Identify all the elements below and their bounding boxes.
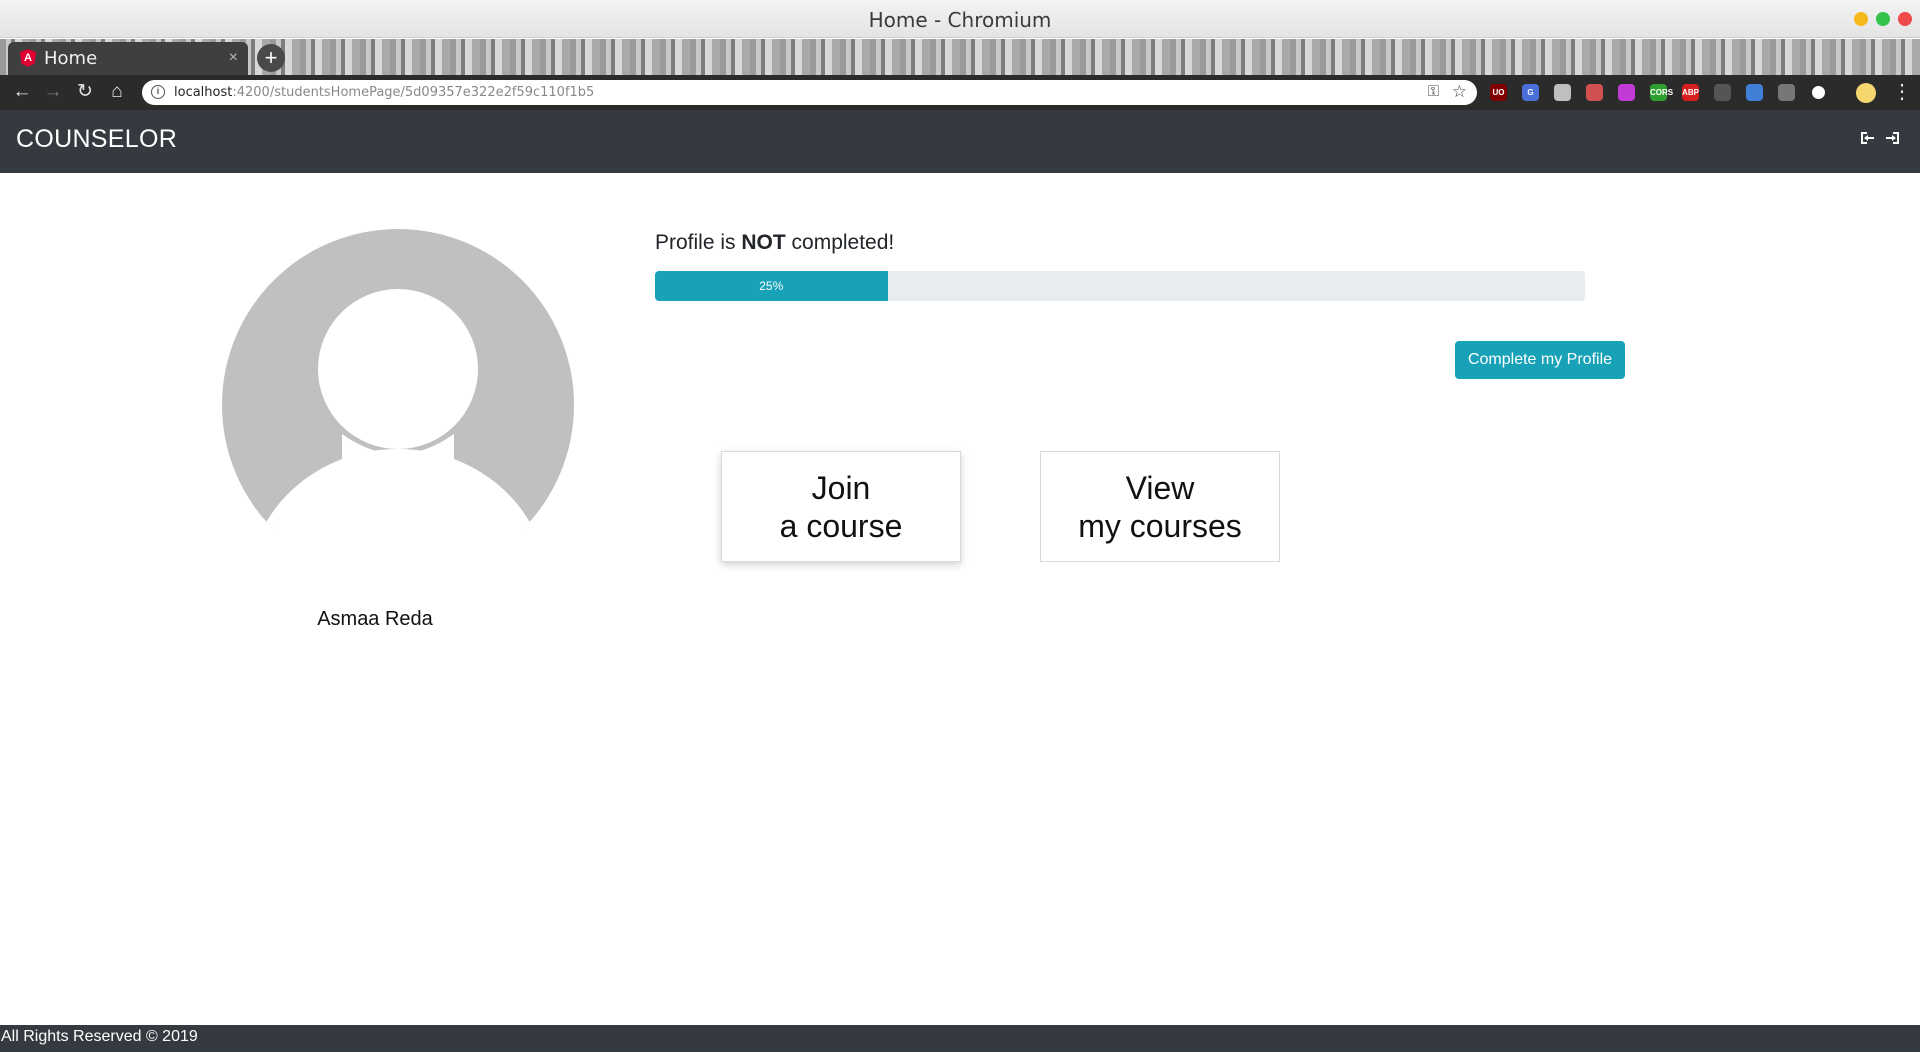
profile-status-text: Profile is NOT completed! xyxy=(655,231,894,255)
url-text[interactable]: localhost:4200/studentsHomePage/5d09357e… xyxy=(174,85,594,100)
profile-avatar-icon[interactable] xyxy=(1856,83,1876,103)
join-line-2: a course xyxy=(779,507,903,544)
default-user-icon xyxy=(222,229,574,581)
window-titlebar: Home - Chromium xyxy=(0,0,1920,38)
extension-adblock-icon[interactable]: ABP xyxy=(1682,84,1699,101)
minimize-button[interactable] xyxy=(1854,12,1868,26)
profile-progress-bar: 25% xyxy=(655,271,1585,301)
angular-favicon-icon: A xyxy=(20,49,36,67)
copyright-text: All Rights Reserved © 2019 xyxy=(1,1028,198,1045)
join-course-card[interactable]: Join a course xyxy=(721,451,961,562)
close-window-button[interactable] xyxy=(1898,12,1912,26)
home-icon[interactable]: ⌂ xyxy=(104,79,130,105)
brand-logo[interactable]: COUNSELOR xyxy=(16,125,177,154)
page-footer: All Rights Reserved © 2019 xyxy=(0,1025,1920,1052)
key-icon[interactable]: ⚿ xyxy=(1428,83,1439,100)
tab-home[interactable]: A Home × xyxy=(8,42,248,75)
maximize-button[interactable] xyxy=(1876,12,1890,26)
tab-close-icon[interactable]: × xyxy=(229,49,238,67)
status-prefix: Profile is xyxy=(655,231,742,254)
join-course-label: Join a course xyxy=(780,469,903,545)
extension-octo-icon[interactable] xyxy=(1618,84,1635,101)
back-arrow-icon[interactable]: ← xyxy=(9,79,35,105)
app-navbar: COUNSELOR xyxy=(0,110,1920,173)
browser-menu-icon[interactable]: ⋮ xyxy=(1892,81,1912,103)
view-line-1: View xyxy=(1125,469,1195,506)
status-suffix: completed! xyxy=(785,231,895,254)
reload-icon[interactable]: ↻ xyxy=(72,79,98,105)
new-tab-button[interactable]: + xyxy=(257,44,285,72)
url-host: localhost xyxy=(174,85,233,100)
sign-out-icon[interactable] xyxy=(1858,129,1878,151)
sign-in-icon[interactable] xyxy=(1882,129,1902,151)
view-line-2: my courses xyxy=(1078,507,1242,544)
student-name: Asmaa Reda xyxy=(317,608,433,630)
extension-docs-icon[interactable] xyxy=(1554,84,1571,101)
forward-arrow-icon[interactable]: → xyxy=(40,79,66,105)
window-controls xyxy=(1854,12,1912,26)
extension-cors-icon[interactable]: CORS xyxy=(1650,84,1673,101)
browser-toolbar: ← → ↻ ⌂ i localhost:4200/studentsHomePag… xyxy=(0,75,1920,110)
extension-pen-icon[interactable] xyxy=(1586,84,1603,101)
bookmark-star-icon[interactable]: ☆ xyxy=(1452,82,1467,102)
avatar xyxy=(222,229,574,581)
complete-profile-button[interactable]: Complete my Profile xyxy=(1455,341,1625,379)
site-info-icon[interactable]: i xyxy=(151,85,165,99)
tab-title: Home xyxy=(44,48,98,69)
window-title: Home - Chromium xyxy=(868,8,1052,32)
extension-vpn-icon[interactable] xyxy=(1746,84,1763,101)
view-courses-label: View my courses xyxy=(1078,469,1242,545)
extension-translate-icon[interactable]: G xyxy=(1522,84,1539,101)
url-path: :4200/studentsHomePage/5d09357e322e2f59c… xyxy=(232,85,595,100)
extension-chrome-icon[interactable] xyxy=(1810,84,1827,101)
status-emphasis: NOT xyxy=(741,231,786,254)
progress-fill: 25% xyxy=(655,271,888,301)
extension-download-icon[interactable] xyxy=(1778,84,1795,101)
extension-ublock-icon[interactable]: UO xyxy=(1490,84,1507,101)
extension-misc-icon[interactable] xyxy=(1714,84,1731,101)
view-courses-card[interactable]: View my courses xyxy=(1040,451,1280,562)
address-bar[interactable]: i localhost:4200/studentsHomePage/5d0935… xyxy=(142,80,1477,105)
join-line-1: Join xyxy=(811,469,871,506)
tab-strip: A Home × + xyxy=(0,39,1920,75)
